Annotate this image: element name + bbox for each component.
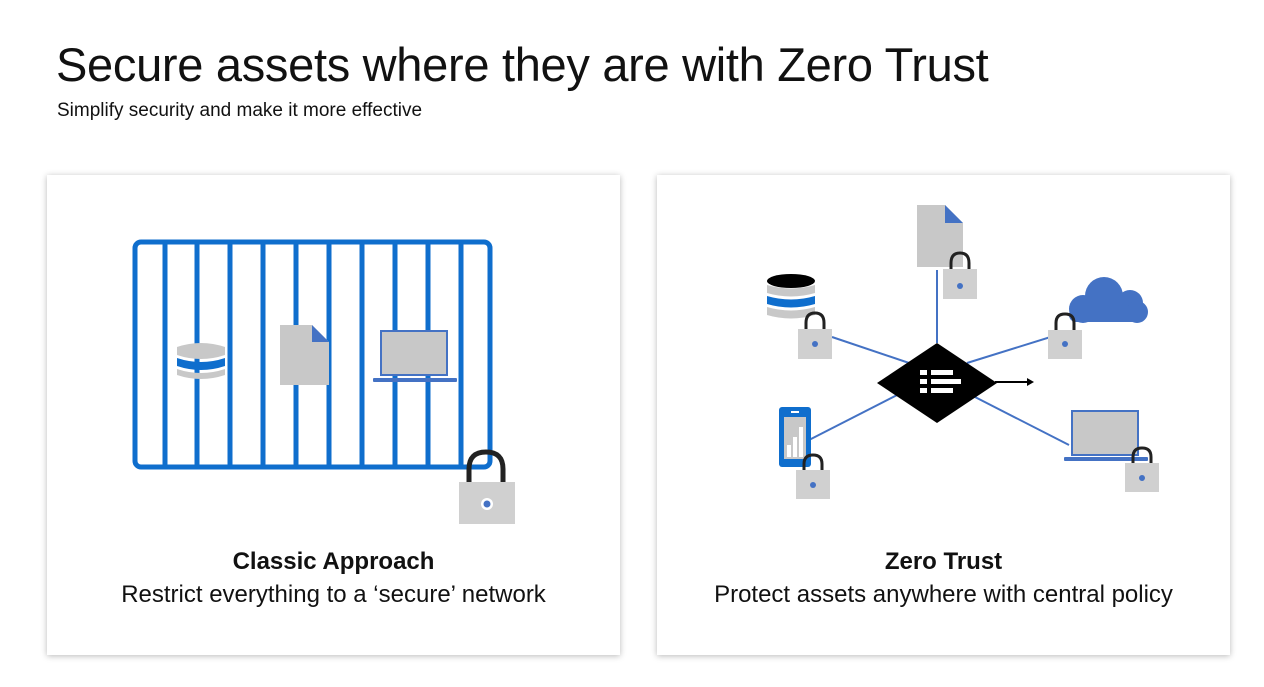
zero-trust-panel: Zero Trust Protect assets anywhere with … — [657, 175, 1230, 655]
zero-trust-description: Protect assets anywhere with central pol… — [714, 581, 1173, 608]
page-subtitle: Simplify security and make it more effec… — [57, 100, 423, 121]
padlock-icon — [459, 449, 515, 524]
document-icon — [917, 205, 963, 267]
zero-trust-title: Zero Trust — [884, 548, 1003, 575]
laptop-icon — [373, 330, 457, 382]
database-icon — [177, 343, 225, 379]
policy-engine-icon — [877, 343, 1034, 423]
database-icon — [767, 274, 815, 319]
classic-approach-title: Classic Approach — [232, 548, 435, 575]
classic-approach-description: Restrict everything to a ‘secure’ networ… — [121, 581, 546, 608]
cloud-icon — [1069, 277, 1148, 323]
document-icon — [280, 325, 329, 385]
classic-approach-panel: Classic Approach Restrict everything to … — [47, 175, 620, 655]
padlock-icon — [798, 311, 832, 359]
laptop-icon — [1064, 410, 1148, 461]
page-title: Secure assets where they are with Zero T… — [56, 38, 989, 91]
